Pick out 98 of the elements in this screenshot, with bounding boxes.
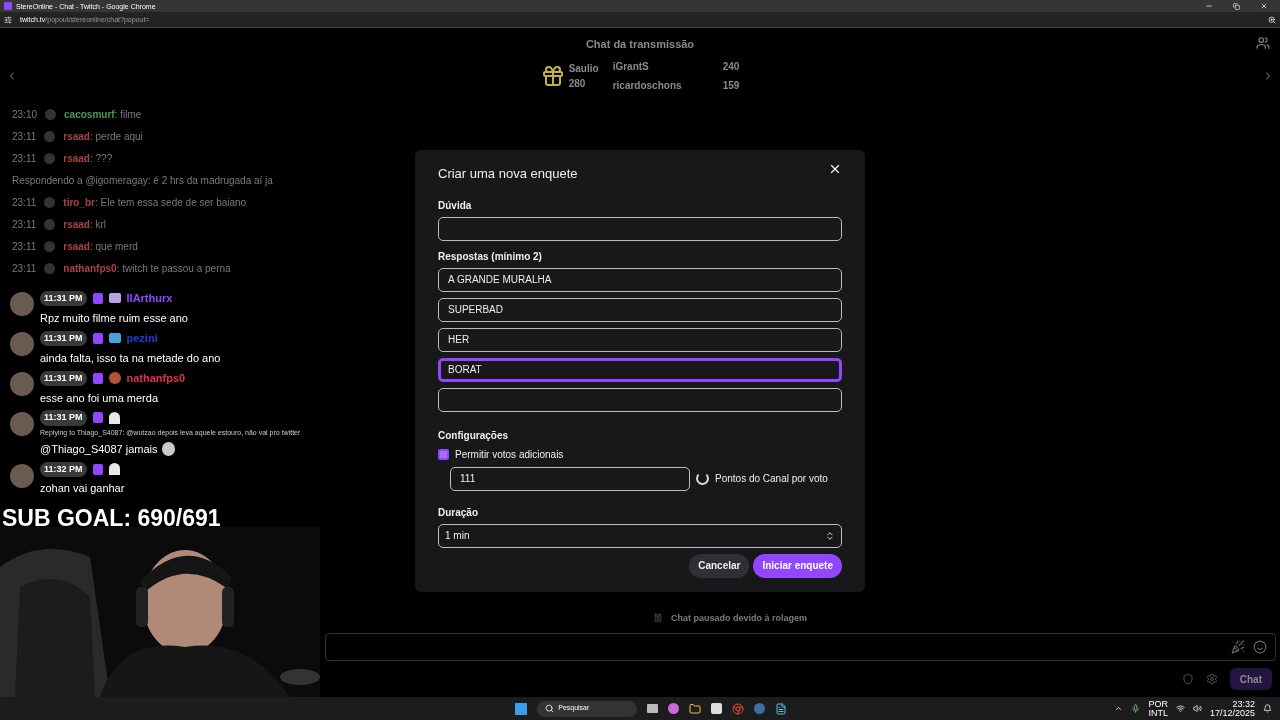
checkbox-label: Permitir votos adicionais xyxy=(455,447,564,462)
close-icon[interactable] xyxy=(1260,2,1268,10)
chat-message: rsaad: que merd xyxy=(63,239,138,254)
message-time: 23:10 xyxy=(12,107,38,122)
message-time: 11:31 PM xyxy=(40,370,87,386)
tray-expand-icon[interactable] xyxy=(1114,704,1124,713)
answer-field[interactable]: SUPERBAD xyxy=(438,297,842,322)
leader-score: 240 xyxy=(722,59,740,74)
twitch-badge-icon xyxy=(92,412,103,424)
chat-message: zohan vai ganhar xyxy=(40,481,125,496)
restore-icon[interactable] xyxy=(1233,2,1240,10)
message-time: 11:31 PM xyxy=(40,410,87,426)
chat-message: rsaad: ??? xyxy=(63,151,113,166)
chat-header: Chat da transmissão xyxy=(585,37,695,52)
points-field[interactable]: 111 xyxy=(450,466,690,491)
users-icon[interactable] xyxy=(1256,36,1270,50)
leader-name: Saulio xyxy=(568,61,599,76)
message-time: 23:11 xyxy=(12,151,37,166)
avatar-icon xyxy=(10,332,34,356)
volume-icon[interactable] xyxy=(1192,704,1202,713)
emoji-icon[interactable] xyxy=(1253,640,1267,654)
avatar-icon xyxy=(10,372,34,396)
keyboard-layout[interactable]: INTL xyxy=(1148,708,1168,718)
clock-time[interactable]: 23:32 xyxy=(1232,699,1255,709)
folder-icon[interactable] xyxy=(689,702,702,715)
party-icon[interactable] xyxy=(1231,640,1245,654)
chat-message: rsaad: krl xyxy=(63,217,107,232)
chat-message: tiro_br: Ele tem essa sede de ser baiano xyxy=(63,195,247,210)
avatar-icon xyxy=(44,152,56,164)
leader-name: ricardoschons xyxy=(612,78,683,93)
message-time: 23:11 xyxy=(12,129,37,144)
message-time: 23:11 xyxy=(12,261,37,276)
field-label: Duração xyxy=(438,505,479,520)
notification-icon[interactable] xyxy=(1263,704,1272,713)
avatar-icon xyxy=(10,463,34,488)
chat-message: @Thiago_S4087 jamais xyxy=(40,442,158,457)
dialog-title: Criar uma nova enquete xyxy=(438,165,578,183)
leader-score: 280 xyxy=(568,76,587,91)
user-name: nathanfps0 xyxy=(126,371,186,386)
answer-field[interactable]: BORAT xyxy=(438,357,842,382)
avatar-icon xyxy=(45,108,57,120)
pause-icon xyxy=(653,613,663,624)
twitch-badge-icon xyxy=(92,332,103,344)
message-time: 23:11 xyxy=(12,239,37,254)
reply-line: Respondendo a @igomeragay: é 2 hrs da madrugada aí ja xyxy=(12,173,273,188)
search-icon xyxy=(545,704,555,713)
leader-score: 159 xyxy=(722,78,740,93)
question-field[interactable] xyxy=(438,216,842,241)
duration-select[interactable]: 1 min xyxy=(438,523,842,548)
avatar-icon xyxy=(44,240,56,252)
avatar-icon xyxy=(10,292,34,316)
section-label: Configurações xyxy=(438,428,509,443)
chat-send-button[interactable]: Chat xyxy=(1229,668,1272,690)
chat-message: esse ano foi uma merda xyxy=(40,390,158,406)
chat-message: Rpz muito filme ruim esse ano xyxy=(40,310,188,326)
avatar-icon xyxy=(44,218,56,230)
field-label: Respostas (mínimo 2) xyxy=(438,249,543,264)
leader-name: iGrantS xyxy=(612,59,650,74)
points-label: Pontos do Canal por voto xyxy=(715,472,828,486)
answer-field[interactable]: HER xyxy=(438,327,842,352)
answer-field[interactable] xyxy=(438,387,842,412)
user-name: IIArthurx xyxy=(126,291,173,306)
twitch-badge-icon xyxy=(92,372,103,384)
field-label: Dúvida xyxy=(438,198,473,213)
language-code[interactable]: POR xyxy=(1148,699,1168,709)
avatar-icon xyxy=(10,412,34,436)
select-caret-icon xyxy=(825,530,835,541)
message-time: 11:32 PM xyxy=(40,461,87,477)
network-icon[interactable] xyxy=(1175,704,1185,713)
gift-icon xyxy=(540,63,565,88)
clock-date[interactable]: 17/12/2025 xyxy=(1209,708,1255,718)
paused-notice: Chat pausado devido à rolagem xyxy=(671,611,807,625)
avatar-icon xyxy=(44,196,56,208)
message-time: 23:11 xyxy=(12,217,37,232)
minimize-icon[interactable] xyxy=(1205,2,1213,10)
chat-message: rsaad: perde aqui xyxy=(63,129,143,144)
answer-field[interactable]: A GRANDE MURALHA xyxy=(438,267,842,292)
twitch-badge-icon xyxy=(92,463,103,475)
microphone-icon[interactable] xyxy=(1131,704,1141,713)
user-name: pezini xyxy=(126,331,158,346)
notepad-icon[interactable] xyxy=(775,702,788,715)
checkbox[interactable] xyxy=(438,448,449,460)
message-time: 11:31 PM xyxy=(40,330,87,346)
chat-message: ainda falta, isso ta na metade do ano xyxy=(40,350,221,366)
chat-message: cacosmurf: filme xyxy=(64,107,142,122)
twitch-badge-icon xyxy=(92,292,103,304)
chat-message: nathanfps0: twitch te passou a perna xyxy=(63,261,231,276)
zoom-icon[interactable] xyxy=(1268,15,1276,24)
message-time: 11:31 PM xyxy=(40,290,87,306)
site-settings-icon[interactable] xyxy=(4,15,12,24)
message-time: 23:11 xyxy=(12,195,37,210)
start-poll-button[interactable]: Iniciar enquete xyxy=(753,553,842,578)
avatar-icon xyxy=(44,130,56,142)
avatar-icon xyxy=(44,262,56,274)
chat-input[interactable] xyxy=(325,633,1276,661)
cancel-button[interactable]: Cancelar xyxy=(689,553,750,578)
sub-goal: SUB GOAL: 690/691 xyxy=(2,506,221,530)
chrome-icon[interactable] xyxy=(732,702,745,715)
